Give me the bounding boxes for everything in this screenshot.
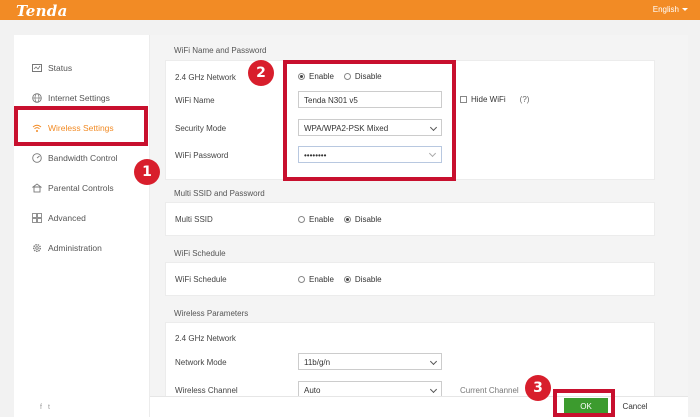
annotation-box-wifi-settings: [283, 60, 456, 181]
annotation-box-ok-button: [553, 389, 615, 417]
multi-ssid-label: Multi SSID: [175, 215, 213, 224]
cancel-button[interactable]: Cancel: [617, 398, 653, 415]
wifi-name-label: WiFi Name: [175, 96, 215, 105]
sidebar-item-parental-controls[interactable]: Parental Controls: [31, 183, 114, 193]
advanced-icon: [32, 213, 42, 223]
sidebar: Status Internet Settings Wireless Settin…: [14, 35, 150, 417]
disable-radio[interactable]: [343, 276, 351, 283]
network-mode-select[interactable]: 11b/g/n: [298, 353, 442, 370]
sidebar-item-bandwidth-control[interactable]: Bandwidth Control: [32, 153, 117, 163]
section-title-wireless-parameters: Wireless Parameters: [174, 309, 249, 318]
globe-icon: [32, 93, 42, 103]
language-selector[interactable]: English: [653, 5, 688, 14]
sidebar-item-label: Bandwidth Control: [48, 153, 118, 163]
status-icon: [32, 63, 42, 73]
facebook-icon[interactable]: f: [40, 404, 42, 411]
chevron-down-icon: [429, 385, 438, 394]
wireless-channel-label: Wireless Channel: [175, 386, 238, 395]
disable-label: Disable: [354, 215, 382, 224]
wifi-schedule-radio-group: Enable Disable: [298, 275, 382, 284]
sidebar-item-label: Status: [48, 63, 73, 73]
sidebar-item-label: Internet Settings: [48, 93, 110, 103]
sidebar-item-advanced[interactable]: Advanced: [32, 213, 86, 223]
wireless-channel-value: Auto: [304, 386, 321, 395]
hide-wifi-checkbox[interactable]: [460, 96, 467, 103]
tenda-logo: Tenda: [16, 2, 68, 20]
section-title-wifi-schedule: WiFi Schedule: [174, 249, 226, 258]
social-links: f t: [40, 404, 50, 411]
security-mode-label: Security Mode: [175, 124, 227, 133]
wifi-schedule-card: [165, 262, 655, 296]
hide-wifi-label: Hide WiFi: [471, 95, 506, 104]
multi-ssid-card: [165, 202, 655, 236]
chevron-down-icon: [429, 357, 438, 366]
sidebar-item-label: Administration: [48, 243, 102, 253]
twitter-icon[interactable]: t: [48, 404, 50, 411]
network-label: 2.4 GHz Network: [175, 73, 236, 82]
multi-ssid-radio-group: Enable Disable: [298, 215, 382, 224]
sidebar-item-internet-settings[interactable]: Internet Settings: [32, 93, 110, 103]
disable-label: Disable: [354, 275, 382, 284]
wireless-subtitle: 2.4 GHz Network: [175, 334, 236, 343]
language-label: English: [652, 5, 679, 14]
annotation-badge-3: 3: [525, 375, 551, 401]
section-title-wifi-name-password: WiFi Name and Password: [174, 46, 267, 55]
current-channel-label: Current Channel: [460, 386, 519, 395]
enable-radio[interactable]: [298, 276, 305, 283]
annotation-badge-2: 2: [248, 60, 274, 86]
network-mode-label: Network Mode: [175, 358, 227, 367]
parental-icon: [31, 183, 43, 193]
enable-label: Enable: [309, 275, 334, 284]
chevron-down-icon: [682, 8, 688, 11]
disable-radio[interactable]: [343, 216, 351, 223]
annotation-badge-1: 1: [134, 159, 160, 185]
sidebar-item-administration[interactable]: Administration: [32, 243, 102, 253]
help-icon[interactable]: (?): [520, 95, 530, 104]
sidebar-item-label: Parental Controls: [48, 183, 114, 193]
top-bar: Tenda English: [0, 0, 700, 20]
wifi-password-label: WiFi Password: [175, 151, 229, 160]
sidebar-item-status[interactable]: Status: [32, 63, 72, 73]
network-mode-value: 11b/g/n: [304, 358, 331, 367]
sidebar-item-label: Advanced: [48, 213, 86, 223]
wifi-schedule-label: WiFi Schedule: [175, 275, 227, 284]
hide-wifi-group: Hide WiFi (?): [460, 95, 529, 104]
enable-label: Enable: [309, 215, 334, 224]
annotation-box-wireless-settings: [14, 106, 148, 146]
bandwidth-icon: [32, 153, 42, 163]
enable-radio[interactable]: [298, 216, 305, 223]
gear-icon: [32, 243, 42, 253]
section-title-multi-ssid: Multi SSID and Password: [174, 189, 265, 198]
